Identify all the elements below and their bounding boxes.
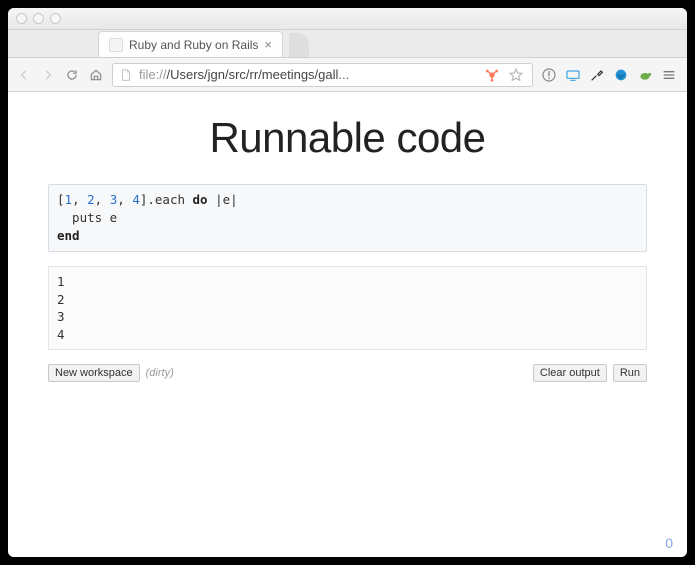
- clear-output-button[interactable]: Clear output: [533, 364, 607, 382]
- favicon-icon: [109, 38, 123, 52]
- reload-button[interactable]: [64, 67, 80, 83]
- address-bar[interactable]: file:///Users/jgn/src/rr/meetings/gall..…: [112, 63, 533, 87]
- extension-eyedropper-icon[interactable]: [589, 67, 605, 83]
- browser-window: Ruby and Ruby on Rails × file:///Users/j…: [8, 8, 687, 557]
- url-ellipsis: ...: [338, 67, 349, 82]
- home-button[interactable]: [88, 67, 104, 83]
- reload-icon: [65, 68, 79, 82]
- bookmark-star-icon[interactable]: [508, 67, 524, 83]
- forward-button[interactable]: [40, 67, 56, 83]
- extension-device-icon[interactable]: [565, 67, 581, 83]
- page-number: 0: [665, 535, 673, 551]
- address-actions: [484, 67, 526, 83]
- extension-hubspot-icon[interactable]: [484, 67, 500, 83]
- url-scheme: file://: [139, 67, 166, 82]
- toolbar: file:///Users/jgn/src/rr/meetings/gall..…: [8, 58, 687, 92]
- extension-turtle-icon[interactable]: [637, 67, 653, 83]
- url-path: /Users/jgn/src/rr/meetings/gall: [166, 67, 338, 82]
- extension-info-icon[interactable]: [541, 67, 557, 83]
- tab-bar: Ruby and Ruby on Rails ×: [8, 30, 687, 58]
- new-workspace-button[interactable]: New workspace: [48, 364, 140, 382]
- tab-active[interactable]: Ruby and Ruby on Rails ×: [98, 31, 283, 57]
- run-button[interactable]: Run: [613, 364, 647, 382]
- output-block: 1 2 3 4: [48, 266, 647, 350]
- traffic-zoom-icon[interactable]: [50, 13, 61, 24]
- url-text: file:///Users/jgn/src/rr/meetings/gall..…: [139, 67, 478, 82]
- extension-bar: [541, 67, 679, 83]
- new-tab-button[interactable]: [289, 33, 309, 57]
- back-button[interactable]: [16, 67, 32, 83]
- traffic-close-icon[interactable]: [16, 13, 27, 24]
- page-title: Runnable code: [48, 114, 647, 162]
- forward-icon: [41, 68, 55, 82]
- traffic-minimize-icon[interactable]: [33, 13, 44, 24]
- controls: New workspace (dirty) Clear output Run: [48, 364, 647, 382]
- page-content: Runnable code [1, 2, 3, 4].each do |e| p…: [8, 92, 687, 557]
- back-icon: [17, 68, 31, 82]
- tab-close-icon[interactable]: ×: [264, 37, 272, 52]
- tab-title: Ruby and Ruby on Rails: [129, 38, 258, 52]
- workspace-status: (dirty): [146, 367, 174, 379]
- titlebar: [8, 8, 687, 30]
- code-block[interactable]: [1, 2, 3, 4].each do |e| puts e end: [48, 184, 647, 252]
- slide: Runnable code [1, 2, 3, 4].each do |e| p…: [8, 92, 687, 404]
- home-icon: [89, 68, 103, 82]
- extension-globe-icon[interactable]: [613, 67, 629, 83]
- file-icon: [119, 68, 133, 82]
- menu-icon[interactable]: [661, 67, 677, 83]
